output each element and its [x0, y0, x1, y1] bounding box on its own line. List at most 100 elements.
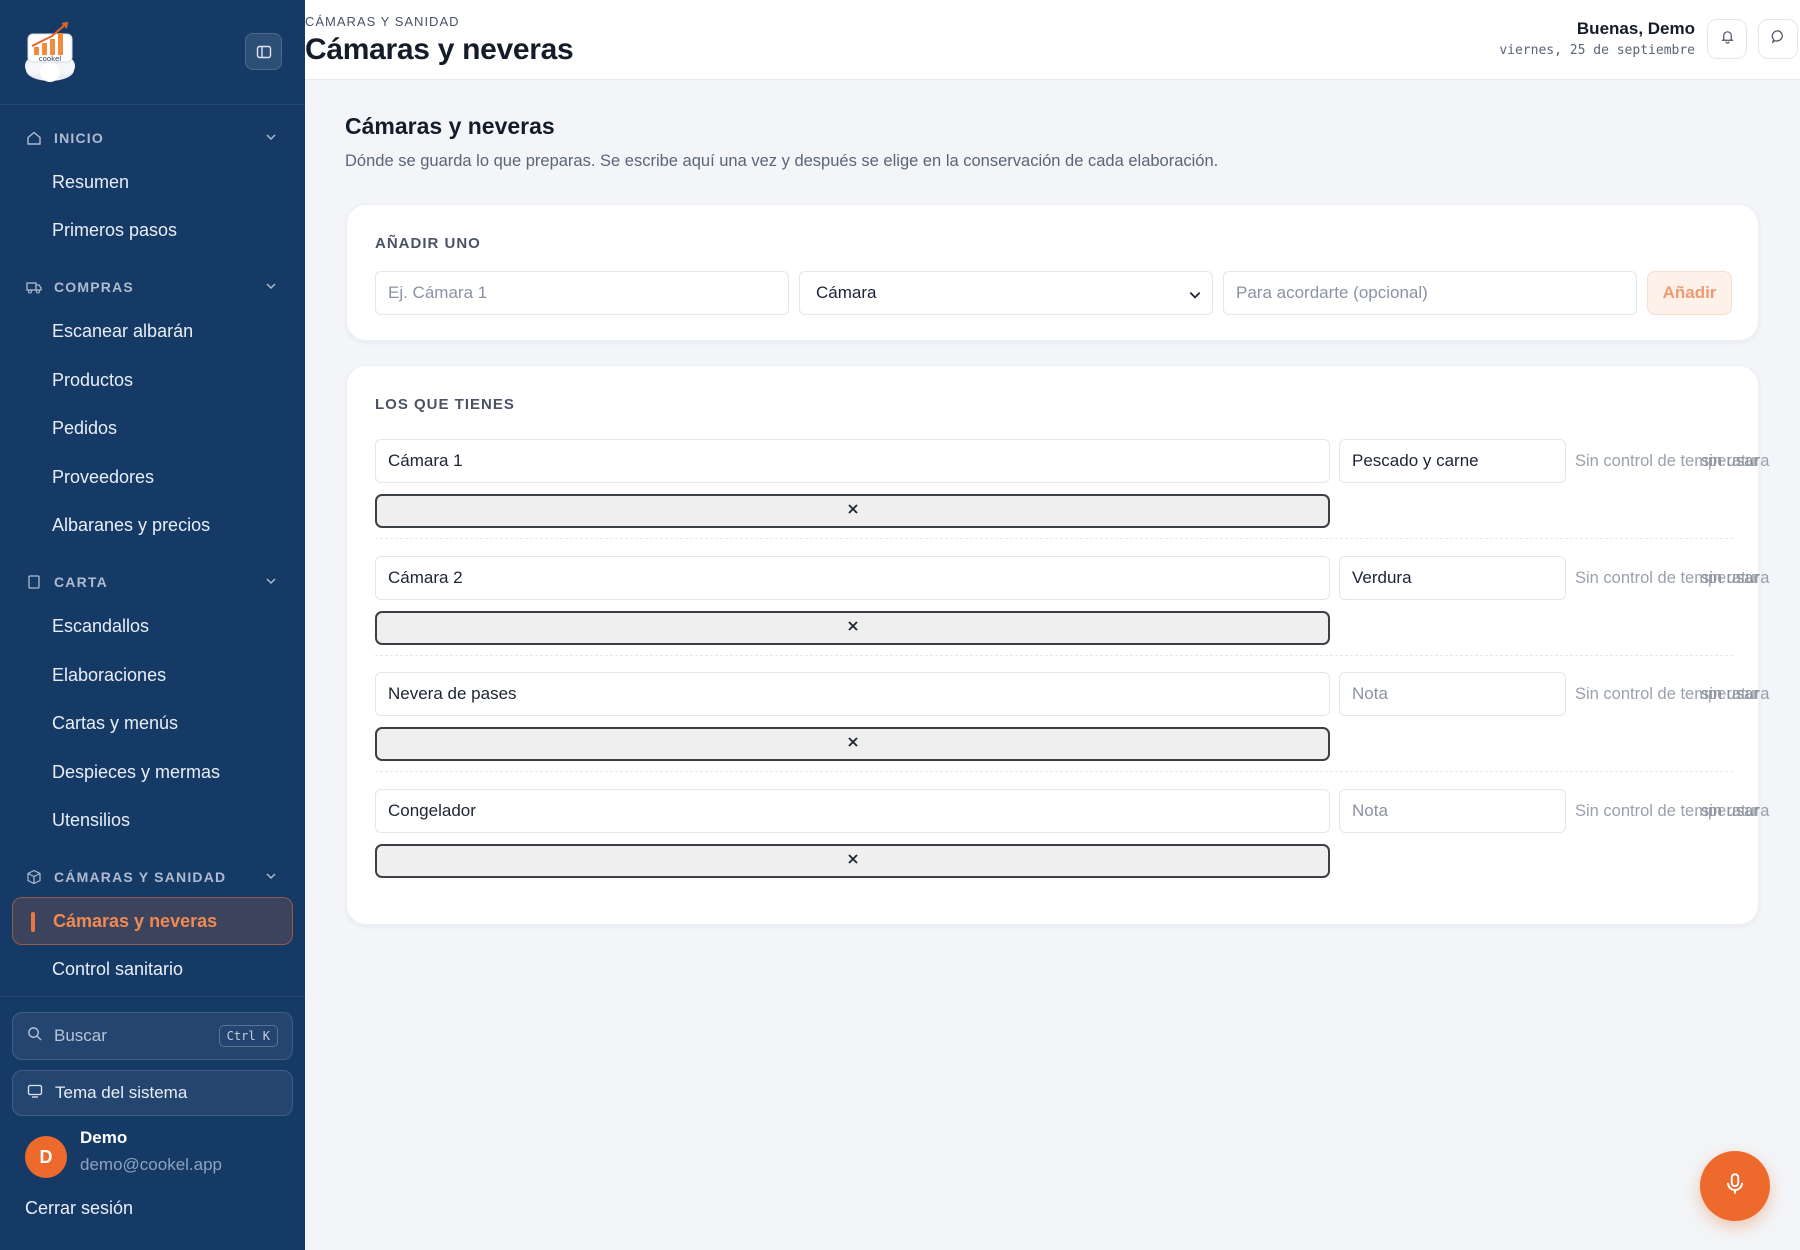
cookel-logo[interactable]: cookel: [22, 20, 78, 82]
row-name-input[interactable]: Cámara 2: [375, 556, 1330, 600]
breadcrumb[interactable]: CÁMARAS Y SANIDAD: [305, 14, 460, 29]
temperature-status: Sin control de temperatura sin usar: [1575, 802, 1769, 821]
collapse-sidebar-button[interactable]: [245, 33, 282, 70]
new-note-input[interactable]: Para acordarte (opcional): [1223, 271, 1637, 315]
section-description: Dónde se guarda lo que preparas. Se escr…: [345, 152, 1219, 170]
close-icon: [847, 852, 859, 870]
sidebar-toggle-icon: [256, 45, 271, 58]
sidebar-item-utensilios[interactable]: Utensilios: [0, 797, 305, 846]
section-compras[interactable]: COMPRAS: [0, 267, 305, 307]
section-inicio[interactable]: INICIO: [0, 118, 305, 158]
user-name: Demo: [80, 1128, 128, 1147]
sidebar-item-cartas-menus[interactable]: Cartas y menús: [0, 699, 305, 748]
close-icon: [847, 619, 859, 637]
user-card[interactable]: D Demo demo@cookel.app: [0, 1124, 305, 1184]
sidebar-item-escandallos[interactable]: Escandallos: [0, 602, 305, 651]
sidebar-footer: Buscar Ctrl K Tema del sistema D Demo de…: [0, 996, 305, 1184]
section-carta[interactable]: CARTA: [0, 562, 305, 602]
box-icon: [26, 869, 42, 885]
theme-button[interactable]: Tema del sistema: [12, 1070, 293, 1116]
row-note-input[interactable]: Nota: [1339, 672, 1566, 716]
temperature-status: Sin control de temperatura sin usar: [1575, 569, 1769, 588]
row-note-input[interactable]: Nota: [1339, 789, 1566, 833]
row-name-input[interactable]: Nevera de pases: [375, 672, 1330, 716]
sidebar-item-label: Cámaras y neveras: [53, 910, 218, 931]
search-shortcut: Ctrl K: [218, 1025, 278, 1047]
sidebar-item-despieces-mermas[interactable]: Despieces y mermas: [0, 748, 305, 797]
sidebar-item-pedidos[interactable]: Pedidos: [0, 404, 305, 453]
add-card-label: AÑADIR UNO: [375, 235, 481, 252]
row-name-input[interactable]: Congelador: [375, 789, 1330, 833]
greeting: Buenas, Demo: [1576, 19, 1695, 38]
close-icon: [847, 735, 859, 753]
row-name-input[interactable]: Cámara 1: [375, 439, 1330, 483]
usage-label: sin usar: [1701, 685, 1759, 703]
sidebar-item-resumen[interactable]: Resumen: [0, 158, 305, 207]
book-icon: [26, 574, 42, 590]
sidebar-item-primeros-pasos[interactable]: Primeros pasos: [0, 207, 305, 256]
active-indicator: [31, 912, 35, 933]
row-divider: [375, 771, 1733, 772]
sidebar-item-productos[interactable]: Productos: [0, 356, 305, 405]
topbar: CÁMARAS Y SANIDAD Cámaras y neveras Buen…: [305, 0, 1800, 80]
temperature-status: Sin control de temperatura sin usar: [1575, 685, 1769, 704]
search-label: Buscar: [54, 1026, 107, 1045]
chat-icon: [1771, 29, 1786, 49]
search-button[interactable]: Buscar Ctrl K: [12, 1012, 293, 1060]
page-title: Cámaras y neveras: [305, 33, 574, 66]
chevron-down-icon: [265, 574, 277, 590]
usage-label: sin usar: [1701, 569, 1759, 587]
row-note-input[interactable]: Verdura: [1339, 556, 1566, 600]
logo-text: cookel: [39, 55, 62, 63]
section-label: CARTA: [54, 574, 108, 591]
row-note-input[interactable]: Pescado y carne: [1339, 439, 1566, 483]
section-label: COMPRAS: [54, 279, 134, 296]
sidebar-item-camaras-neveras[interactable]: Cámaras y neveras: [12, 897, 293, 946]
sidebar-item-control-sanitario[interactable]: Control sanitario: [0, 945, 305, 994]
new-name-input[interactable]: Ej. Cámara 1: [375, 271, 789, 315]
notifications-button[interactable]: [1707, 19, 1747, 59]
sidebar-item-proveedores[interactable]: Proveedores: [0, 453, 305, 502]
delete-row-button[interactable]: [375, 494, 1330, 528]
sidebar-item-elaboraciones[interactable]: Elaboraciones: [0, 651, 305, 700]
sidebar: cookel INICIO Resumen Primeros pasos COM…: [0, 0, 305, 1250]
chevron-down-icon: [1188, 287, 1202, 307]
voice-input-button[interactable]: [1700, 1151, 1770, 1221]
sidebar-header: cookel: [0, 0, 305, 105]
bell-icon: [1720, 29, 1735, 49]
usage-label: sin usar: [1701, 452, 1759, 470]
home-icon: [26, 130, 42, 146]
chevron-down-icon: [265, 869, 277, 885]
search-icon: [27, 1026, 42, 1046]
usage-label: sin usar: [1701, 802, 1759, 820]
monitor-icon: [27, 1083, 43, 1104]
delete-row-button[interactable]: [375, 611, 1330, 645]
type-select[interactable]: Cámara: [799, 271, 1213, 315]
close-icon: [847, 502, 859, 520]
current-date: viernes, 25 de septiembre: [1499, 43, 1695, 58]
microphone-icon: [1722, 1171, 1748, 1202]
delete-row-button[interactable]: [375, 844, 1330, 878]
add-card: AÑADIR UNO Ej. Cámara 1 Cámara Para acor…: [346, 204, 1759, 341]
section-label: CÁMARAS Y SANIDAD: [54, 869, 227, 886]
type-select-value: Cámara: [816, 283, 877, 302]
avatar: D: [25, 1136, 67, 1178]
sidebar-nav: INICIO Resumen Primeros pasos COMPRAS Es…: [0, 118, 305, 994]
row-divider: [375, 538, 1733, 539]
sidebar-item-escanear-albaran[interactable]: Escanear albarán: [0, 307, 305, 356]
sidebar-item-albaranes-precios[interactable]: Albaranes y precios: [0, 502, 305, 551]
list-card-label: LOS QUE TIENES: [375, 396, 515, 413]
user-email: demo@cookel.app: [80, 1155, 223, 1174]
list-card: LOS QUE TIENES Cámara 1 Pescado y carne …: [346, 365, 1769, 925]
section-camaras-sanidad[interactable]: CÁMARAS Y SANIDAD: [0, 857, 305, 897]
theme-label: Tema del sistema: [55, 1083, 188, 1102]
chat-button[interactable]: [1758, 19, 1798, 59]
section-label: INICIO: [54, 130, 104, 146]
logout-button[interactable]: Cerrar sesión: [25, 1198, 133, 1219]
add-button[interactable]: Añadir: [1647, 271, 1732, 315]
truck-icon: [26, 279, 42, 295]
chevron-down-icon: [265, 279, 277, 295]
chevron-down-icon: [265, 130, 277, 146]
row-divider: [375, 655, 1733, 656]
delete-row-button[interactable]: [375, 727, 1330, 761]
